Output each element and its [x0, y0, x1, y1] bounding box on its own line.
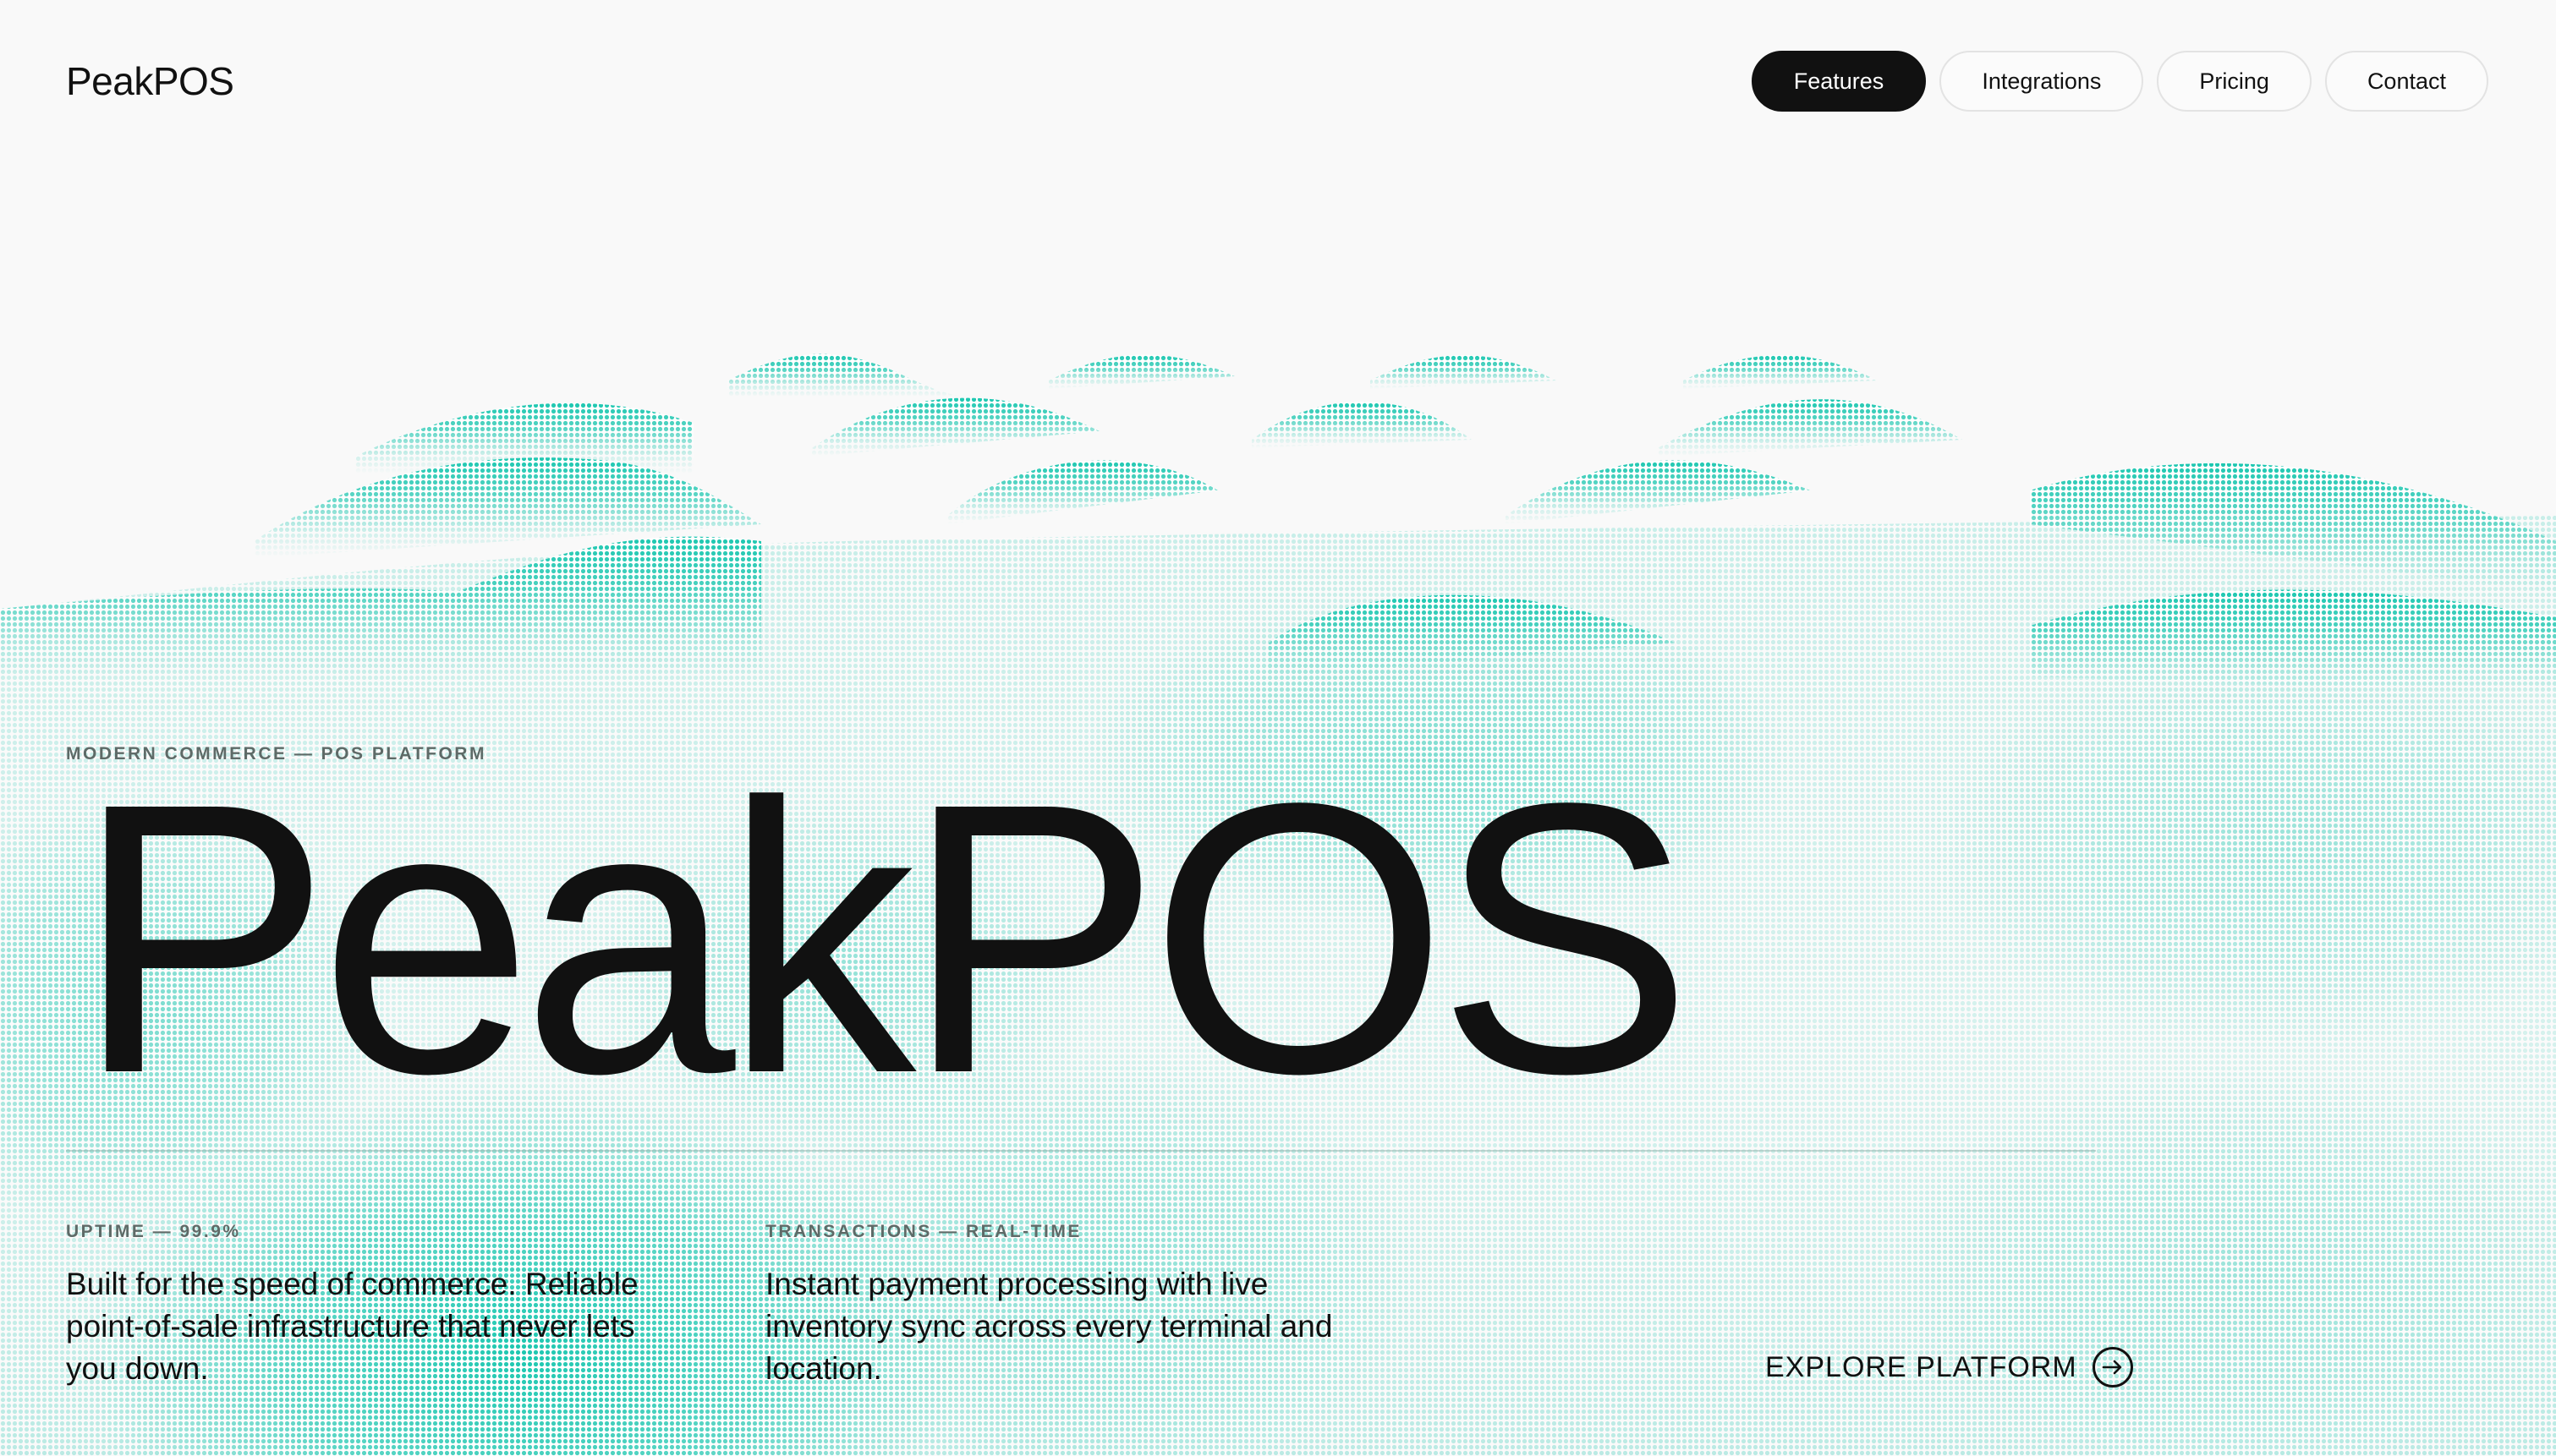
stat-description: Built for the speed of commerce. Reliabl… [66, 1267, 639, 1386]
stat-transactions: TRANSACTIONS — REAL-TIME Instant payment… [765, 1219, 1374, 1390]
arrow-right-circle-icon [2092, 1347, 2133, 1388]
stat-label: TRANSACTIONS — REAL-TIME [765, 1222, 1082, 1241]
hero-divider [66, 1150, 2096, 1152]
main-nav: Features Integrations Pricing Contact [1751, 51, 2488, 112]
cta-label: EXPLORE PLATFORM [1765, 1351, 2077, 1383]
nav-pricing-button[interactable]: Pricing [2157, 51, 2312, 112]
stat-uptime: UPTIME — 99.9% Built for the speed of co… [66, 1219, 675, 1390]
site-header: PeakPOS Features Integrations Pricing Co… [0, 0, 2556, 161]
stat-label: UPTIME — 99.9% [66, 1222, 241, 1241]
hero-title: PeakPOS [74, 724, 1693, 1153]
logo[interactable]: PeakPOS [66, 57, 234, 105]
nav-features-button[interactable]: Features [1751, 51, 1927, 112]
nav-integrations-button[interactable]: Integrations [1939, 51, 2144, 112]
nav-contact-button[interactable]: Contact [2324, 51, 2488, 112]
stat-description: Instant payment processing with live inv… [765, 1267, 1333, 1386]
explore-platform-link[interactable]: EXPLORE PLATFORM [1765, 1346, 2133, 1388]
